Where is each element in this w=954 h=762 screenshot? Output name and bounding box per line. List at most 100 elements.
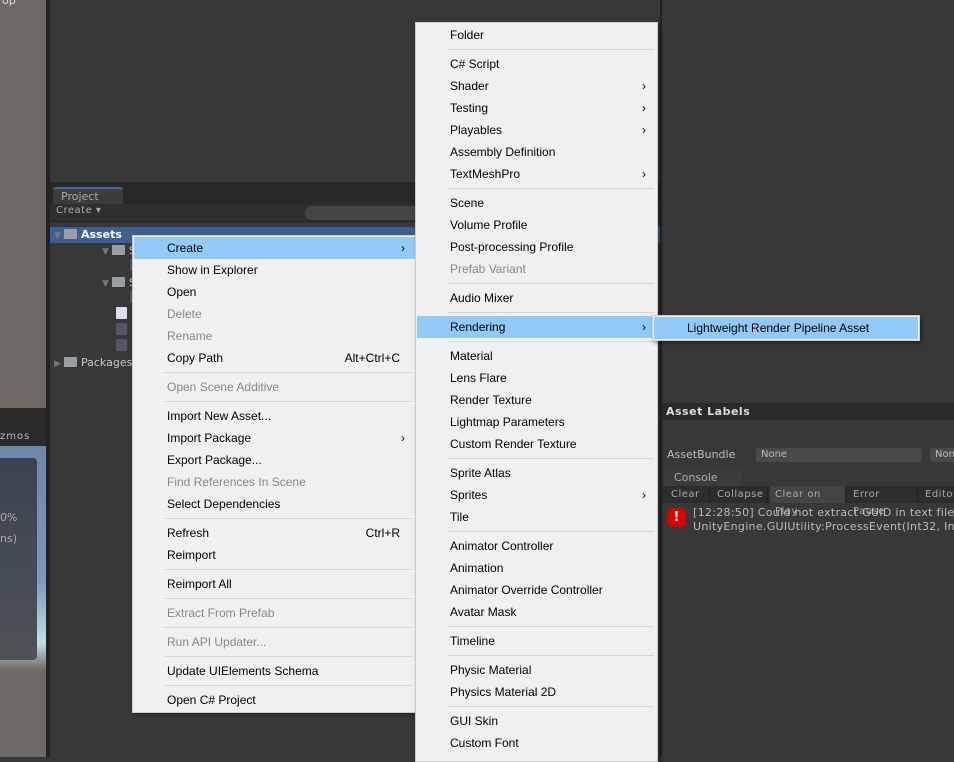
menu-item-animation[interactable]: Animation [417, 557, 656, 579]
menu-item-testing[interactable]: Testing › [417, 97, 656, 119]
search-input[interactable] [305, 206, 425, 220]
menu-item-custom-font[interactable]: Custom Font [417, 732, 656, 754]
menu-item-lightmap-parameters[interactable]: Lightmap Parameters [417, 411, 656, 433]
menu-separator [447, 188, 654, 189]
menu-separator [164, 656, 413, 657]
menu-item-label: Physics Material 2D [450, 685, 557, 699]
error-stacktrace[interactable]: UnityEngine.GUIUtility:ProcessEvent(Int3… [693, 520, 954, 533]
menu-item-create[interactable]: Create › [134, 237, 415, 259]
menu-item-assembly-definition[interactable]: Assembly Definition [417, 141, 656, 163]
menu-item-import-package[interactable]: Import Package › [134, 427, 415, 449]
menu-item-label: Extract From Prefab [167, 606, 275, 620]
menu-separator [447, 49, 654, 50]
expanded-arrow-icon[interactable]: ▼ [102, 276, 112, 292]
menu-item-post-processing-profile[interactable]: Post-processing Profile [417, 236, 656, 258]
menu-item-gui-skin[interactable]: GUI Skin [417, 710, 656, 732]
create-submenu: Folder C# Script Shader › Testing › Playables ›… [415, 22, 658, 762]
menu-item-label: Volume Profile [450, 218, 528, 232]
menu-item-open-scene-additive: Open Scene Additive [134, 376, 415, 398]
expanded-arrow-icon[interactable]: ▼ [102, 244, 112, 260]
menu-item-reimport-all[interactable]: Reimport All [134, 573, 415, 595]
menu-item-rendering[interactable]: Rendering › [417, 316, 656, 338]
menu-item-lightweight-render-pipeline-asset[interactable]: Lightweight Render Pipeline Asset [654, 317, 918, 339]
menu-item-c-script[interactable]: C# Script [417, 53, 656, 75]
console-clear-button[interactable]: Clear [666, 486, 710, 503]
menu-item-tile[interactable]: Tile [417, 506, 656, 528]
menu-item-export-package[interactable]: Export Package... [134, 449, 415, 471]
rendering-submenu: Lightweight Render Pipeline Asset [652, 315, 920, 341]
tab-project[interactable]: Project [53, 187, 123, 205]
menu-item-shader[interactable]: Shader › [417, 75, 656, 97]
menu-item-custom-render-texture[interactable]: Custom Render Texture [417, 433, 656, 455]
menu-item-label: Custom Render Texture [450, 437, 577, 451]
menu-item-sprite-atlas[interactable]: Sprite Atlas [417, 462, 656, 484]
menu-item-label: Run API Updater... [167, 635, 267, 649]
menu-separator [164, 685, 413, 686]
panel-divider[interactable] [46, 0, 50, 757]
menu-item-open[interactable]: Open [134, 281, 415, 303]
menu-item-copy-path[interactable]: Copy Path Alt+Ctrl+C [134, 347, 415, 369]
menu-item-avatar-mask[interactable]: Avatar Mask [417, 601, 656, 623]
menu-item-label: TextMeshPro [450, 167, 521, 181]
expanded-arrow-icon[interactable]: ▼ [54, 228, 64, 244]
menu-item-label: Lens Flare [450, 371, 507, 385]
menu-item-label: Folder [450, 28, 485, 42]
console-error-pause-button[interactable]: Error Pause [848, 486, 918, 517]
menu-item-playables[interactable]: Playables › [417, 119, 656, 141]
menu-item-label: Material [450, 349, 493, 363]
menu-item-label: Prefab Variant [450, 262, 526, 276]
menu-item-physics-material-2d[interactable]: Physics Material 2D [417, 681, 656, 703]
assetbundle-dropdown[interactable]: None [756, 448, 922, 462]
menu-item-sprites[interactable]: Sprites › [417, 484, 656, 506]
error-message[interactable]: [12:28:50] Could not extract GUID in tex… [693, 506, 954, 519]
chevron-right-icon: › [642, 488, 646, 502]
menu-item-lens-flare[interactable]: Lens Flare [417, 367, 656, 389]
menu-item-delete: Delete [134, 303, 415, 325]
menu-item-label: Sprite Atlas [450, 466, 511, 480]
menu-item-prefab-variant: Prefab Variant [417, 258, 656, 280]
menu-item-label: Export Package... [167, 453, 262, 467]
menu-item-volume-profile[interactable]: Volume Profile [417, 214, 656, 236]
chevron-right-icon: › [401, 241, 405, 255]
scene-toolbar-text: op [2, 0, 16, 7]
menu-item-select-dependencies[interactable]: Select Dependencies [134, 493, 415, 515]
menu-item-label: Physic Material [450, 663, 532, 677]
menu-item-timeline[interactable]: Timeline [417, 630, 656, 652]
menu-item-reimport[interactable]: Reimport [134, 544, 415, 566]
menu-item-textmeshpro[interactable]: TextMeshPro › [417, 163, 656, 185]
console-collapse-button[interactable]: Collapse [712, 486, 768, 503]
menu-item-label: Rename [167, 329, 213, 343]
menu-item-scene[interactable]: Scene [417, 192, 656, 214]
menu-item-render-texture[interactable]: Render Texture [417, 389, 656, 411]
assetbundle-label: AssetBundle [667, 448, 736, 461]
menu-item-material[interactable]: Material [417, 345, 656, 367]
menu-item-physic-material[interactable]: Physic Material [417, 659, 656, 681]
menu-separator [447, 626, 654, 627]
menu-item-open-c-project[interactable]: Open C# Project [134, 689, 415, 711]
menu-item-refresh[interactable]: Refresh Ctrl+R [134, 522, 415, 544]
tab-console[interactable]: Console [664, 469, 742, 487]
menu-item-update-uielements-schema[interactable]: Update UIElements Schema [134, 660, 415, 682]
console-clear-on-play-button[interactable]: Clear on Play [770, 486, 846, 517]
tree-item-label: Assets [81, 228, 122, 241]
console-editor-button[interactable]: Editor ▾ [920, 486, 954, 503]
menu-item-folder[interactable]: Folder [417, 24, 656, 46]
chevron-right-icon: › [642, 101, 646, 115]
menu-item-label: Animator Controller [450, 539, 554, 553]
variant-dropdown[interactable]: None [930, 448, 954, 462]
create-dropdown-button[interactable]: Create ▾ [56, 205, 101, 216]
menu-item-label: Rendering [450, 320, 506, 334]
error-icon: ! [667, 508, 686, 527]
menu-item-import-new-asset[interactable]: Import New Asset... [134, 405, 415, 427]
menu-separator [447, 283, 654, 284]
menu-item-audio-mixer[interactable]: Audio Mixer [417, 287, 656, 309]
gizmos-dropdown[interactable]: zmos [0, 431, 30, 442]
menu-item-label: Import Package [167, 431, 252, 445]
menu-item-animator-controller[interactable]: Animator Controller [417, 535, 656, 557]
menu-item-label: Custom Font [450, 736, 519, 750]
menu-item-animator-override-controller[interactable]: Animator Override Controller [417, 579, 656, 601]
menu-item-label: Animation [450, 561, 504, 575]
collapsed-arrow-icon[interactable]: ▶ [54, 356, 64, 372]
menu-item-label: Open C# Project [167, 693, 256, 707]
menu-item-show-in-explorer[interactable]: Show in Explorer [134, 259, 415, 281]
